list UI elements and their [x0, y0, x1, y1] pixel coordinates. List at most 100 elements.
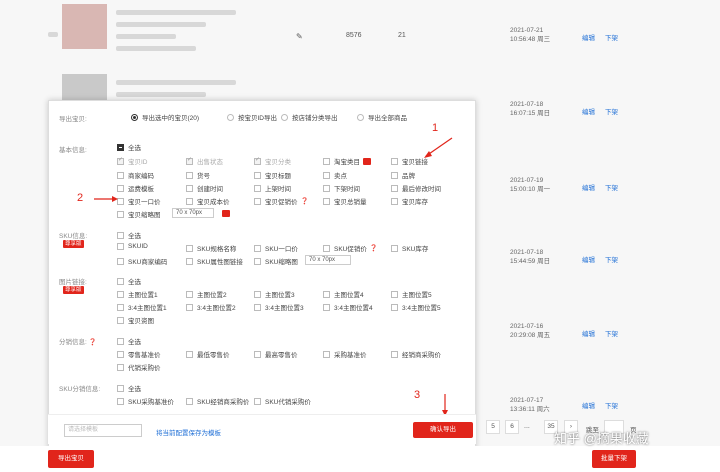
image-item-34-3[interactable]: 3:4主图位置3: [254, 302, 304, 312]
export-scope-label: 导出宝贝:: [59, 116, 87, 123]
image-link-label: 图片链接:: [59, 279, 87, 286]
page-ellipsis: ...: [524, 423, 530, 430]
sku-item-code[interactable]: SKU商家编码: [117, 256, 167, 266]
tag-icon: [363, 157, 371, 165]
bottom-action-bar: 导出宝贝 批量下架: [0, 446, 720, 472]
image-item-34-4[interactable]: 3:4主图位置4: [323, 302, 373, 312]
confirm-export-button[interactable]: 确认导出: [413, 422, 473, 438]
sku-dist-label: SKU分销信息:: [59, 386, 101, 393]
help-icon: ❓: [369, 245, 378, 252]
sku-dist-item-consign[interactable]: SKU代销采购价: [254, 396, 311, 406]
image-item-main5[interactable]: 主图位置5: [391, 289, 432, 299]
basic-item-cost[interactable]: 宝贝成本价: [186, 196, 230, 206]
image-item-main1[interactable]: 主图位置1: [117, 289, 158, 299]
basic-item-shipping[interactable]: 运费模板: [117, 183, 154, 193]
basic-info-label: 基本信息:: [59, 147, 87, 154]
annotation-2: 2: [77, 192, 84, 204]
basic-item-id[interactable]: 宝贝ID: [117, 156, 148, 166]
dist-item-retail-max[interactable]: 最高零售价: [254, 349, 298, 359]
basic-item-modified[interactable]: 最后修改时间: [391, 183, 441, 193]
batch-off-shelf-button[interactable]: 批量下架: [592, 450, 636, 468]
basic-item-category[interactable]: 宝贝分类: [254, 156, 291, 166]
off-shelf-link[interactable]: 下架: [605, 106, 618, 116]
basic-item-created[interactable]: 创建时间: [186, 183, 223, 193]
radio-export-selected[interactable]: 导出选中的宝贝(20): [131, 112, 199, 122]
edit-link[interactable]: 编辑: [582, 32, 595, 42]
help-icon: ❓: [88, 339, 97, 346]
radio-export-by-category[interactable]: 按店铺分类导出: [281, 112, 338, 122]
stock-value: 8576: [346, 32, 362, 39]
sku-item-thumb[interactable]: SKU缩略图: [254, 256, 298, 266]
table-row: ✎ 8576 21 2021-07-21 10:56:48 周三 编辑 下架: [0, 0, 640, 60]
off-shelf-link[interactable]: 下架: [605, 182, 618, 192]
basic-item-promo[interactable]: 宝贝促销价 ❓: [254, 196, 309, 206]
image-item-detail[interactable]: 宝贝资图: [117, 315, 154, 325]
edit-link[interactable]: 编辑: [582, 400, 595, 410]
page-5[interactable]: 5: [486, 420, 500, 434]
off-shelf-link[interactable]: 下架: [605, 400, 618, 410]
basic-item-title[interactable]: 宝贝标题: [254, 170, 291, 180]
sku-dist-select-all[interactable]: 全选: [117, 383, 141, 393]
sku-dist-item-dealer[interactable]: SKU经销商采购价: [186, 396, 249, 406]
basic-item-total-sales[interactable]: 宝贝总销量: [323, 196, 367, 206]
basic-item-price[interactable]: 宝贝一口价: [117, 196, 161, 206]
template-select[interactable]: 请选择模板: [64, 424, 142, 437]
dist-item-purchase-base[interactable]: 采购基准价: [323, 349, 367, 359]
sku-item-attr-img[interactable]: SKU属性图链接: [186, 256, 243, 266]
dist-select-all[interactable]: 全选: [117, 336, 141, 346]
off-shelf-link[interactable]: 下架: [605, 32, 618, 42]
edit-icon[interactable]: ✎: [296, 32, 303, 41]
thumbnail-size-select[interactable]: 70 x 70px: [172, 208, 214, 218]
basic-item-selling-point[interactable]: 卖点: [323, 170, 347, 180]
basic-item-thumbnail[interactable]: 宝贝缩略图: [117, 209, 161, 219]
basic-item-stock[interactable]: 宝贝库存: [391, 196, 428, 206]
dist-item-retail-min[interactable]: 最低零售价: [186, 349, 230, 359]
sku-thumb-size-select[interactable]: 70 x 70px: [305, 255, 351, 265]
sku-item-stock[interactable]: SKU库存: [391, 243, 428, 253]
sku-select-all[interactable]: 全选: [117, 230, 141, 240]
dist-item-retail-base[interactable]: 零售基准价: [117, 349, 161, 359]
export-products-button[interactable]: 导出宝贝: [48, 450, 94, 468]
dist-item-consign[interactable]: 代销采购价: [117, 362, 161, 372]
basic-select-all[interactable]: 全选: [117, 142, 141, 152]
edit-link[interactable]: 编辑: [582, 254, 595, 264]
basic-item-status[interactable]: 出售状态: [186, 156, 223, 166]
basic-item-tb-category[interactable]: 淘宝类目: [323, 156, 371, 166]
basic-item-listed[interactable]: 上架时间: [254, 183, 291, 193]
sales-value: 21: [398, 32, 406, 39]
premium-badge: 尊享版: [63, 240, 84, 248]
dist-item-dealer[interactable]: 经销商采购价: [391, 349, 441, 359]
basic-item-code[interactable]: 商家编码: [117, 170, 154, 180]
basic-item-delisted[interactable]: 下架时间: [323, 183, 360, 193]
sku-item-promo[interactable]: SKU促销价 ❓: [323, 243, 378, 253]
premium-badge: 尊享版: [63, 286, 84, 294]
save-template-link[interactable]: 将当前配置保存为模板: [156, 427, 221, 437]
sku-item-id[interactable]: SKUID: [117, 243, 148, 250]
sku-item-price[interactable]: SKU一口价: [254, 243, 298, 253]
edit-link[interactable]: 编辑: [582, 328, 595, 338]
radio-export-all[interactable]: 导出全部商品: [357, 112, 407, 122]
sku-dist-item-base[interactable]: SKU采购基准价: [117, 396, 174, 406]
created-date: 2021-07-19 15:00:10 周一: [510, 177, 551, 193]
edit-link[interactable]: 编辑: [582, 182, 595, 192]
radio-export-by-id[interactable]: 按宝贝ID导出: [227, 112, 277, 122]
page-6[interactable]: 6: [505, 420, 519, 434]
image-item-main2[interactable]: 主图位置2: [186, 289, 227, 299]
image-item-34-1[interactable]: 3:4主图位置1: [117, 302, 167, 312]
image-item-34-5[interactable]: 3:4主图位置5: [391, 302, 441, 312]
annotation-arrow-2: [94, 196, 118, 202]
image-item-main3[interactable]: 主图位置3: [254, 289, 295, 299]
created-date: 2021-07-18 16:07:15 周日: [510, 101, 551, 117]
edit-link[interactable]: 编辑: [582, 106, 595, 116]
dist-info-label: 分销信息: ❓: [59, 339, 97, 346]
off-shelf-link[interactable]: 下架: [605, 328, 618, 338]
basic-item-sku-no[interactable]: 货号: [186, 170, 210, 180]
image-item-main4[interactable]: 主图位置4: [323, 289, 364, 299]
basic-item-brand[interactable]: 品牌: [391, 170, 415, 180]
sku-info-label: SKU信息:: [59, 233, 88, 240]
image-select-all[interactable]: 全选: [117, 276, 141, 286]
off-shelf-link[interactable]: 下架: [605, 254, 618, 264]
created-date: 2021-07-17 13:36:11 周六: [510, 397, 550, 413]
sku-item-spec[interactable]: SKU规格名称: [186, 243, 236, 253]
image-item-34-2[interactable]: 3:4主图位置2: [186, 302, 236, 312]
